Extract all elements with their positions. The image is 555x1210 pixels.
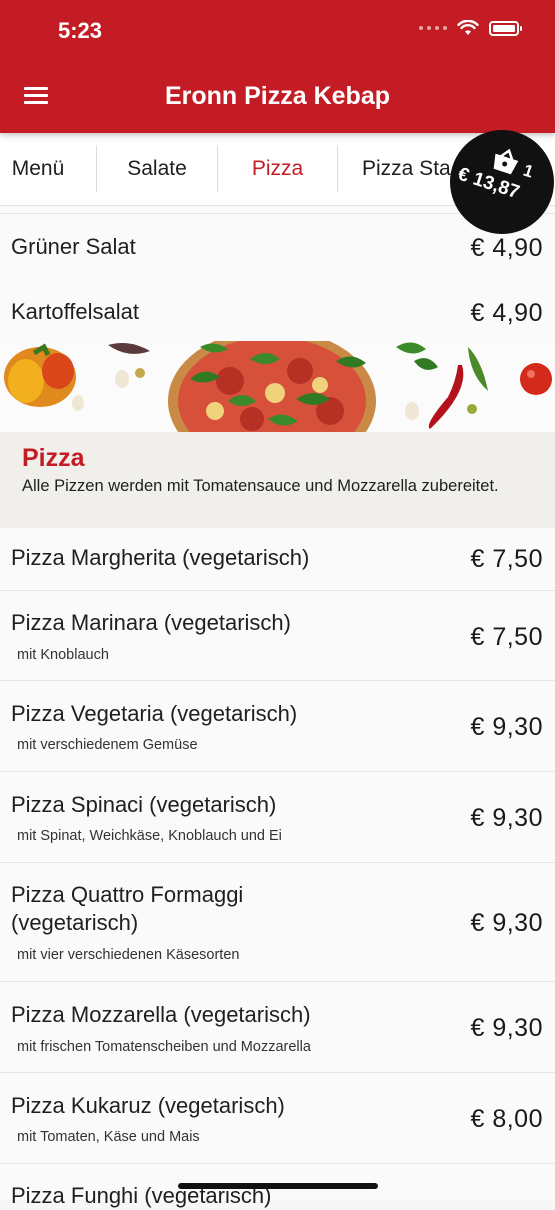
battery-icon <box>489 20 522 36</box>
home-indicator[interactable] <box>178 1183 378 1189</box>
item-price: € 9,30 <box>470 804 543 832</box>
status-time: 5:23 <box>58 18 103 43</box>
section-description: Alle Pizzen werden mit Tomatensauce und … <box>22 477 499 495</box>
item-price: € 4,90 <box>470 299 543 327</box>
menu-item-kartoffelsalat[interactable]: Kartoffelsalat € 4,90 <box>0 279 555 341</box>
item-name: Pizza Quattro Formaggi (vegetarisch) <box>11 882 244 935</box>
menu-item-pizza-spinaci[interactable]: Pizza Spinaci (vegetarisch) mit Spinat, … <box>0 772 555 863</box>
item-price: € 9,30 <box>470 713 543 741</box>
item-description: mit Knoblauch <box>17 647 109 663</box>
item-name: Pizza Marinara (vegetarisch) <box>11 610 291 635</box>
pizza-banner-image <box>0 341 555 432</box>
item-price: € 7,50 <box>470 545 543 573</box>
menu-item-pizza-kukaruz[interactable]: Pizza Kukaruz (vegetarisch) mit Tomaten,… <box>0 1073 555 1164</box>
item-price: € 9,30 <box>470 909 543 937</box>
section-header-pizza: Pizza Alle Pizzen werden mit Tomatensauc… <box>0 432 555 528</box>
wifi-icon <box>457 20 479 35</box>
item-name: Pizza Margherita (vegetarisch) <box>11 545 310 570</box>
item-price: € 8,00 <box>470 1105 543 1133</box>
item-name: Pizza Mozzarella (vegetarisch) <box>11 1002 311 1027</box>
item-description: mit Spinat, Weichkäse, Knoblauch und Ei <box>17 828 282 844</box>
menu-item-pizza-quattro-formaggi[interactable]: Pizza Quattro Formaggi (vegetarisch) mit… <box>0 863 555 982</box>
pizza-illustration <box>0 341 555 432</box>
signal-icon <box>419 26 447 30</box>
item-name: Pizza Vegetaria (vegetarisch) <box>11 701 298 726</box>
item-price: € 7,50 <box>470 623 543 651</box>
item-description: mit verschiedenem Gemüse <box>17 737 198 753</box>
item-price: € 9,30 <box>470 1014 543 1042</box>
tab-menu[interactable]: Menü <box>0 145 97 192</box>
cart-button[interactable]: 1 € 13,87 <box>450 130 554 234</box>
tab-pizza[interactable]: Pizza <box>218 145 338 192</box>
item-description: mit frischen Tomatenscheiben und Mozzare… <box>17 1039 311 1055</box>
item-name: Pizza Kukaruz (vegetarisch) <box>11 1093 285 1118</box>
item-description: mit Tomaten, Käse und Mais <box>17 1129 200 1145</box>
item-name: Pizza Spinaci (vegetarisch) <box>11 792 277 817</box>
status-icons <box>419 20 522 36</box>
item-name: Kartoffelsalat <box>11 299 140 324</box>
app-header: 5:23 Eronn Pizza Kebap <box>0 0 555 133</box>
item-name: Grüner Salat <box>11 234 136 259</box>
section-title: Pizza <box>22 444 85 472</box>
cart-count: 1 <box>520 160 536 182</box>
item-description: mit vier verschiedenen Käsesorten <box>17 947 240 963</box>
menu-item-pizza-margherita[interactable]: Pizza Margherita (vegetarisch) € 7,50 <box>0 528 555 591</box>
menu-item-pizza-mozzarella[interactable]: Pizza Mozzarella (vegetarisch) mit frisc… <box>0 982 555 1073</box>
page-title: Eronn Pizza Kebap <box>164 82 391 110</box>
tab-salate[interactable]: Salate <box>97 145 218 192</box>
menu-item-pizza-vegetaria[interactable]: Pizza Vegetaria (vegetarisch) mit versch… <box>0 681 555 772</box>
menu-item-pizza-funghi[interactable]: Pizza Funghi (vegetarisch) <box>0 1164 555 1208</box>
menu-item-pizza-marinara[interactable]: Pizza Marinara (vegetarisch) mit Knoblau… <box>0 591 555 681</box>
